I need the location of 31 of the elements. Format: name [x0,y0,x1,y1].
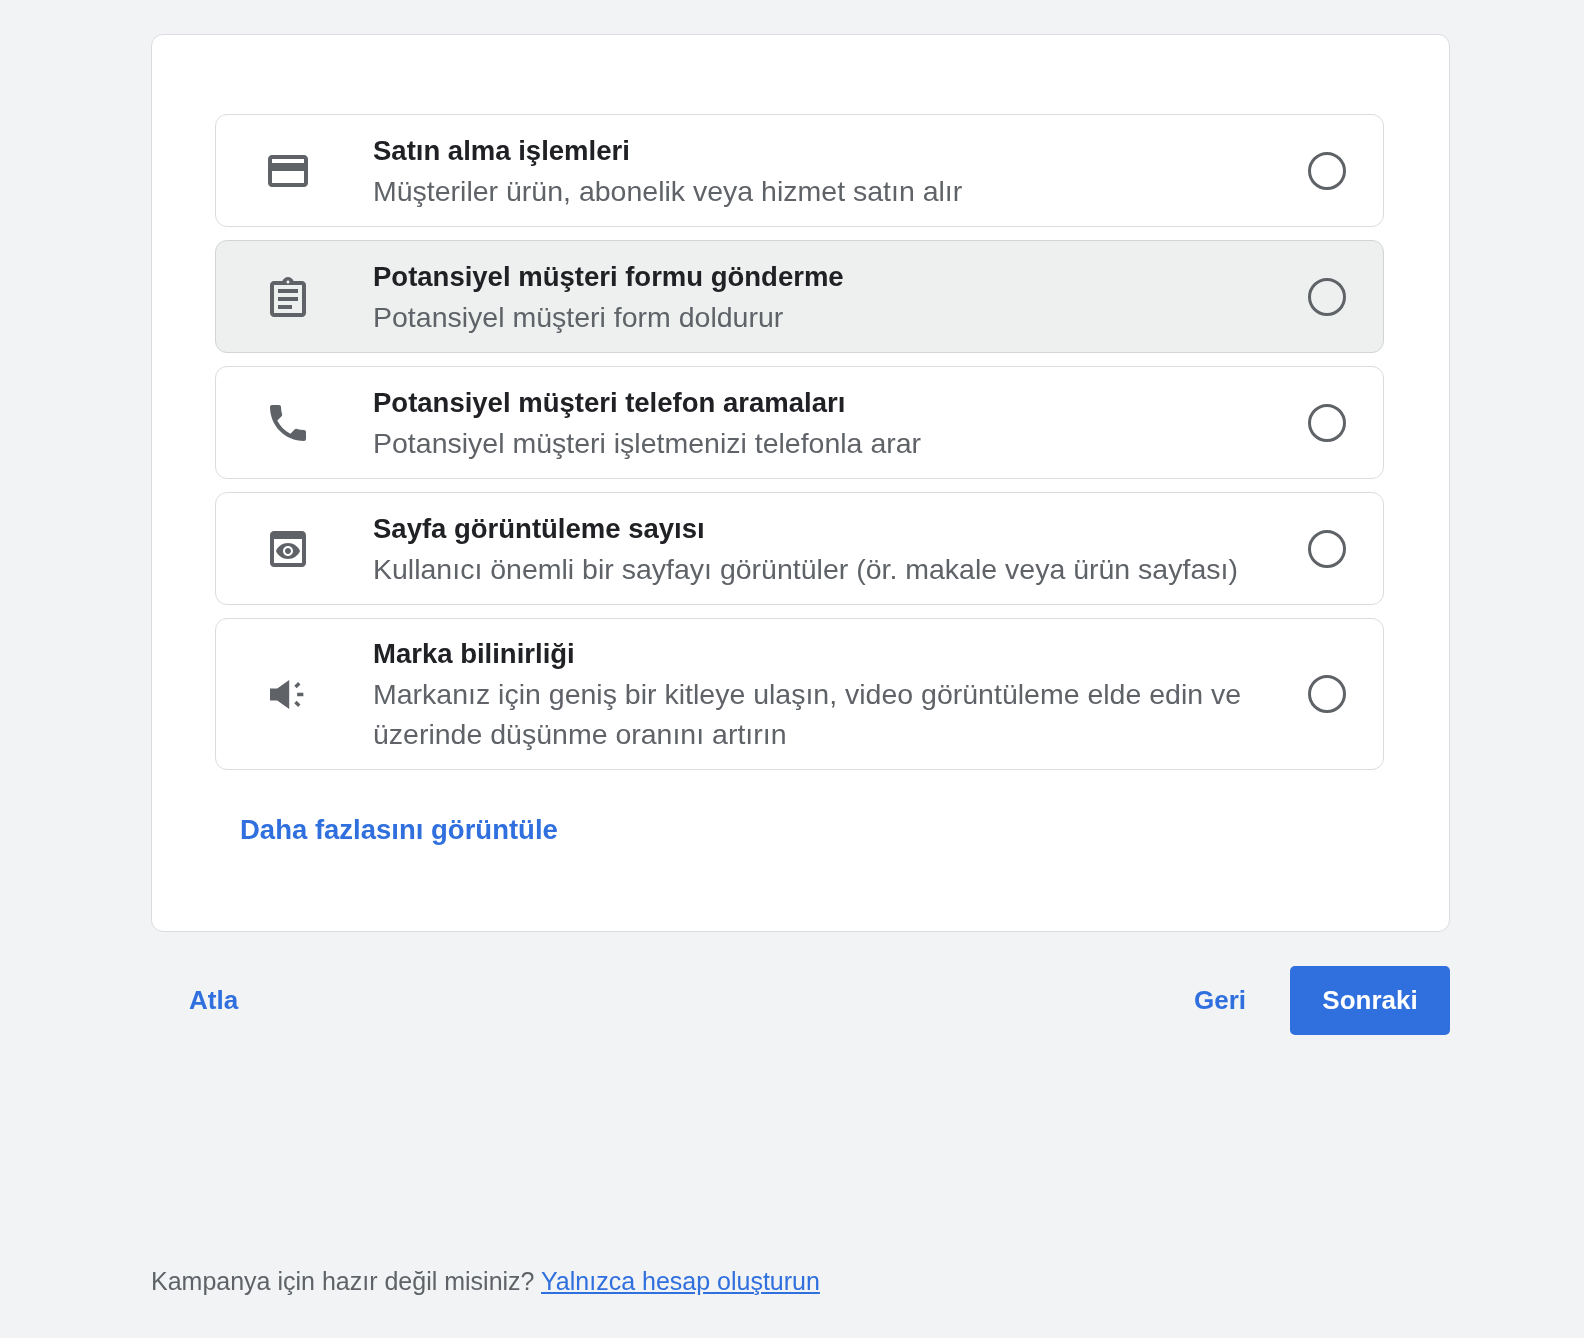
radio-button[interactable] [1308,277,1346,316]
speaker-icon [270,679,306,709]
radio-button[interactable] [1308,151,1346,190]
create-account-link[interactable]: Yalnızca hesap oluşturun [541,1267,820,1295]
option-card[interactable]: Potansiyel müşteri formu gönderme Potansiyel müşteri form doldurur [215,240,1384,353]
view-more-link[interactable]: Daha fazlasını görüntüle [240,814,558,846]
radio-button[interactable] [1308,403,1346,442]
option-title: Potansiyel müşteri telefon aramaları [373,385,847,420]
option-title: Sayfa görüntüleme sayısı [373,511,706,546]
clipboard-icon [270,276,306,317]
option-card[interactable]: Satın alma işlemleri Müşteriler ürün, abonelik veya hizmet satın alır [215,114,1384,227]
radio-button[interactable] [1308,529,1346,568]
option-card[interactable]: Marka bilinirliği Markanız için geniş bir kitleye ulaşın, video görüntüleme elde edin ve üzerinde düşünme oranını artırın [215,618,1384,770]
eye-window-icon [270,530,306,567]
option-description: Potansiyel müşteri form doldurur [373,299,785,335]
option-title: Satın alma işlemleri [373,133,631,168]
option-card[interactable]: Potansiyel müşteri telefon aramaları Potansiyel müşteri işletmenizi telefonla arar [215,366,1384,479]
phone-icon [270,404,306,441]
next-button[interactable]: Sonraki [1290,966,1450,1035]
option-description: Kullanıcı önemli bir sayfayı görüntüler (ör. makale veya ürün sayfası) [373,551,1239,587]
option-card[interactable]: Sayfa görüntüleme sayısı Kullanıcı önemli bir sayfayı görüntüler (ör. makale veya ürün sayfası) [215,492,1384,605]
option-description: Müşteriler ürün, abonelik veya hizmet satın alır [373,173,964,209]
radio-button[interactable] [1308,675,1346,713]
footer-note: Kampanya için hazır değil misiniz? Yalnızca hesap oluşturun [151,1266,820,1297]
option-title: Marka bilinirliği [373,637,576,671]
option-title: Potansiyel müşteri formu gönderme [373,259,845,294]
option-description: Markanız için geniş bir kitleye ulaşın, video görüntüleme elde edin ve üzerinde düşünme oranını artırın [373,677,1243,752]
skip-button[interactable]: Atla [151,966,277,1035]
credit-card-icon [268,154,308,187]
option-description: Potansiyel müşteri işletmenizi telefonla arar [373,425,923,461]
back-button[interactable]: Geri [1171,966,1268,1035]
